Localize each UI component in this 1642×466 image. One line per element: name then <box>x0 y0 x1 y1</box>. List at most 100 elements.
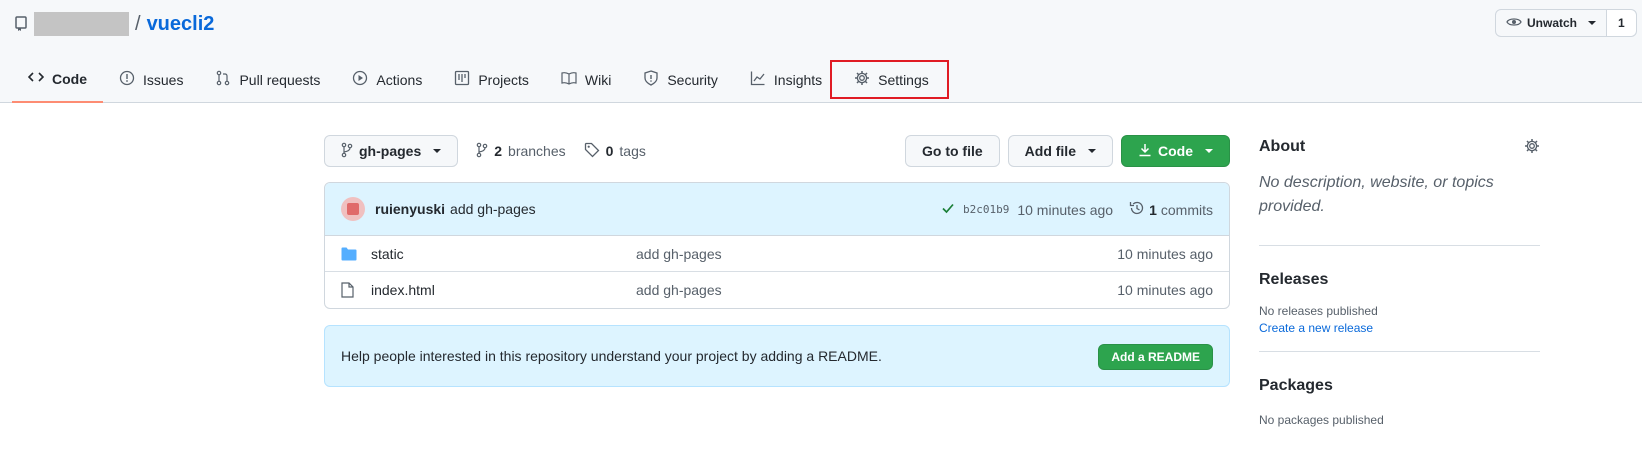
watchers-count[interactable]: 1 <box>1607 10 1636 36</box>
add-file-label: Add file <box>1024 143 1076 159</box>
branch-select-button[interactable]: gh-pages <box>324 135 459 167</box>
download-icon <box>1138 142 1152 161</box>
repo-header: / vuecli2 Unwatch 1 Code Issues Pull req… <box>0 0 1642 103</box>
file-age: 10 minutes ago <box>1117 282 1213 298</box>
repo-icon <box>14 16 30 32</box>
repo-nav-tabs: Code Issues Pull requests Actions Projec… <box>12 56 949 103</box>
file-row-static: static add gh-pages 10 minutes ago <box>325 236 1229 272</box>
releases-title[interactable]: Releases <box>1259 271 1540 289</box>
tab-label: Issues <box>143 71 184 88</box>
branches-count: 2 <box>494 143 503 159</box>
shield-icon <box>643 70 659 89</box>
book-icon <box>561 70 577 89</box>
create-release-link[interactable]: Create a new release <box>1259 321 1540 335</box>
owner-name-redacted[interactable] <box>34 12 129 36</box>
file-list: ruienyuski add gh-pages b2c01b9 10 minut… <box>324 182 1230 309</box>
commit-sha-link[interactable]: b2c01b9 <box>963 203 1009 216</box>
file-commit-message-link[interactable]: add gh-pages <box>636 246 722 262</box>
tab-label: Pull requests <box>239 71 321 88</box>
commits-history-link[interactable]: 1 commits <box>1129 200 1213 219</box>
code-button-label: Code <box>1158 143 1193 159</box>
chevron-down-icon <box>1205 149 1213 153</box>
unwatch-button[interactable]: Unwatch <box>1496 10 1608 36</box>
tab-label: Projects <box>478 71 529 88</box>
tab-security[interactable]: Security <box>627 56 734 103</box>
add-readme-banner: Help people interested in this repositor… <box>324 325 1230 387</box>
gear-icon <box>854 70 870 89</box>
tab-label: Security <box>667 71 718 88</box>
repo-name-link[interactable]: vuecli2 <box>147 13 215 36</box>
file-navigation: gh-pages 2 branches 0 tags Go to file Ad… <box>324 135 1230 167</box>
tags-count: 0 <box>605 143 614 159</box>
sidebar-divider <box>1259 245 1540 246</box>
watch-button-group: Unwatch 1 <box>1495 9 1637 37</box>
tab-label: Settings <box>878 71 929 88</box>
tab-label: Wiki <box>584 71 612 88</box>
commits-count: 1 <box>1149 201 1157 218</box>
tab-insights[interactable]: Insights <box>734 56 838 103</box>
tab-projects[interactable]: Projects <box>438 56 545 103</box>
add-readme-button[interactable]: Add a README <box>1098 344 1213 370</box>
tab-label: Insights <box>773 71 823 88</box>
tab-label: Actions <box>376 71 423 88</box>
file-row-index-html: index.html add gh-pages 10 minutes ago <box>325 272 1229 308</box>
chevron-down-icon <box>1588 21 1597 25</box>
gear-icon[interactable] <box>1524 138 1540 157</box>
unwatch-label: Unwatch <box>1527 16 1578 30</box>
branch-name: gh-pages <box>359 143 422 159</box>
file-name-link[interactable]: index.html <box>371 282 636 298</box>
commit-details: b2c01b9 10 minutes ago 1 commits <box>941 183 1213 236</box>
packages-empty-text: No packages published <box>1259 413 1384 427</box>
check-icon <box>941 201 955 218</box>
go-to-file-button[interactable]: Go to file <box>904 135 1000 167</box>
tab-pull-requests[interactable]: Pull requests <box>199 56 336 103</box>
code-download-button[interactable]: Code <box>1121 135 1230 167</box>
tab-code[interactable]: Code <box>12 56 103 103</box>
repo-sidebar: About No description, website, or topics… <box>1259 135 1540 427</box>
folder-icon <box>341 247 357 261</box>
tab-wiki[interactable]: Wiki <box>545 56 627 103</box>
tab-actions[interactable]: Actions <box>336 56 438 103</box>
branches-link[interactable]: 2 branches <box>476 142 566 161</box>
eye-icon <box>1506 16 1522 31</box>
git-branch-icon <box>341 142 353 161</box>
tab-label: Code <box>52 70 87 87</box>
tag-icon <box>584 142 600 161</box>
file-actions: Go to file Add file Code <box>904 135 1230 167</box>
commit-author-link[interactable]: ruienyuski <box>375 201 445 217</box>
tags-label: tags <box>619 143 646 159</box>
about-header: About <box>1259 135 1540 159</box>
commits-label: commits <box>1160 201 1213 218</box>
history-icon <box>1129 200 1145 219</box>
file-age: 10 minutes ago <box>1117 245 1213 262</box>
file-icon <box>341 282 357 298</box>
packages-title[interactable]: Packages <box>1259 377 1540 395</box>
graph-icon <box>750 70 766 89</box>
about-title: About <box>1259 138 1306 155</box>
commit-time: 10 minutes ago <box>1017 201 1114 218</box>
repo-main-content: gh-pages 2 branches 0 tags Go to file Ad… <box>324 135 1230 387</box>
chevron-down-icon <box>433 149 442 153</box>
tags-link[interactable]: 0 tags <box>584 142 646 161</box>
readme-prompt-text: Help people interested in this repositor… <box>341 348 882 364</box>
pull-request-icon <box>215 70 231 89</box>
code-icon <box>27 69 45 88</box>
tab-issues[interactable]: Issues <box>103 56 199 103</box>
releases-empty-text: No releases published <box>1259 304 1378 318</box>
repo-title: / vuecli2 <box>14 12 214 36</box>
git-branch-icon <box>476 142 488 161</box>
project-icon <box>454 70 470 89</box>
latest-commit: ruienyuski add gh-pages b2c01b9 10 minut… <box>325 183 1229 236</box>
file-name-link[interactable]: static <box>371 246 636 262</box>
file-commit-message-link[interactable]: add gh-pages <box>636 282 722 298</box>
commit-message-link[interactable]: add gh-pages <box>450 201 536 217</box>
chevron-down-icon <box>1088 149 1096 153</box>
avatar[interactable] <box>341 197 365 221</box>
tab-settings[interactable]: Settings <box>830 56 949 103</box>
add-file-button[interactable]: Add file <box>1007 135 1113 167</box>
path-separator: / <box>135 12 141 35</box>
about-description: No description, website, or topics provi… <box>1259 174 1494 215</box>
branches-label: branches <box>508 143 566 159</box>
sidebar-divider <box>1259 351 1540 352</box>
issue-icon <box>119 70 135 89</box>
